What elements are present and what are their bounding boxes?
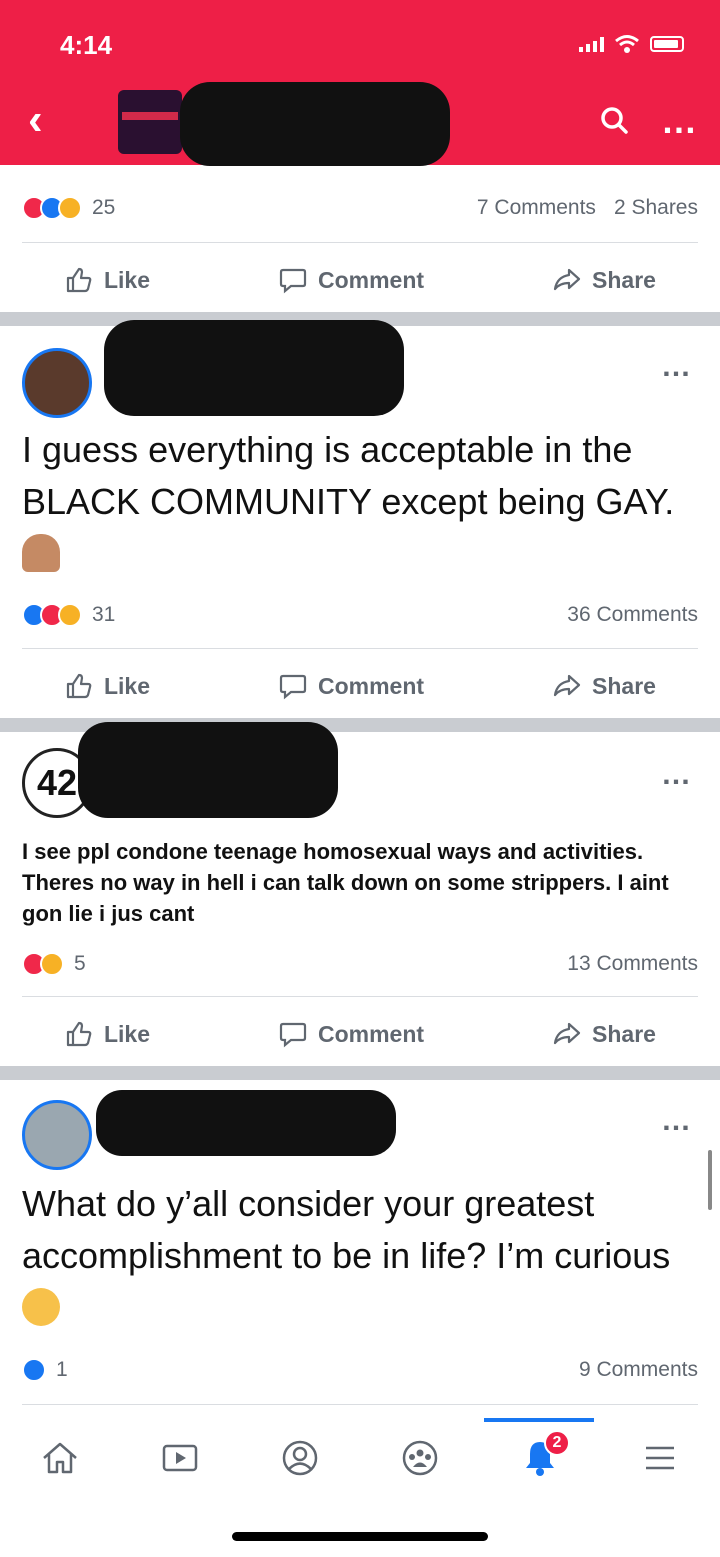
- comment-icon: [279, 268, 307, 294]
- raised-eyebrow-emoji-icon: [22, 1288, 60, 1326]
- share-count[interactable]: 2 Shares: [614, 196, 698, 220]
- reaction-count: 1: [56, 1358, 68, 1381]
- facepalm-emoji-icon: [22, 534, 60, 572]
- redaction-mark: [96, 1090, 396, 1156]
- post-text: I see ppl condone teenage homosexual way…: [22, 839, 669, 926]
- notification-badge: 2: [544, 1430, 570, 1456]
- post-more-icon[interactable]: …: [661, 1104, 692, 1138]
- video-icon: [162, 1444, 198, 1472]
- like-button[interactable]: Like: [64, 265, 150, 295]
- share-button[interactable]: Share: [552, 265, 656, 295]
- thumbs-up-icon: [66, 1021, 92, 1047]
- like-button[interactable]: Like: [64, 671, 150, 701]
- reaction-count: 5: [74, 952, 86, 975]
- reactions-summary[interactable]: 31: [22, 603, 115, 627]
- nav-notifications[interactable]: 2: [510, 1428, 570, 1488]
- nav-groups[interactable]: [390, 1428, 450, 1488]
- reactions-summary[interactable]: 1: [22, 1358, 68, 1382]
- share-label: Share: [592, 672, 656, 699]
- wifi-icon: [615, 35, 639, 53]
- comment-button[interactable]: Comment: [278, 1019, 424, 1049]
- post-stats: 25 7 Comments 2 Shares: [22, 196, 698, 220]
- comment-count[interactable]: 7 Comments: [477, 196, 596, 220]
- thumbs-up-icon: [66, 267, 92, 293]
- scrollbar[interactable]: [708, 1150, 712, 1210]
- share-button[interactable]: Share: [552, 671, 656, 701]
- comment-count[interactable]: 36 Comments: [567, 603, 698, 627]
- share-arrow-icon: [553, 1022, 581, 1045]
- share-label: Share: [592, 1020, 656, 1047]
- menu-icon: [646, 1446, 674, 1470]
- profile-icon: [282, 1440, 318, 1476]
- post-stats: 31 36 Comments: [22, 603, 698, 627]
- post-text: What do y’all consider your greatest acc…: [22, 1178, 680, 1334]
- post-actions: Like Comment Share: [0, 252, 720, 308]
- share-arrow-icon: [553, 674, 581, 697]
- haha-reaction-icon: [40, 952, 64, 976]
- redaction-mark: [104, 320, 404, 416]
- comment-icon: [279, 674, 307, 700]
- post-more-icon[interactable]: …: [661, 350, 692, 384]
- comment-count[interactable]: 13 Comments: [567, 952, 698, 976]
- share-label: Share: [592, 266, 656, 293]
- search-icon[interactable]: [600, 106, 628, 134]
- divider: [22, 1404, 698, 1405]
- comment-button[interactable]: Comment: [278, 671, 424, 701]
- author-avatar[interactable]: [22, 1100, 92, 1170]
- post-stats: 1 9 Comments: [22, 1358, 698, 1382]
- reaction-count: 31: [92, 603, 116, 626]
- battery-icon: [650, 36, 684, 52]
- divider: [22, 996, 698, 997]
- like-reaction-icon: [22, 1358, 46, 1382]
- comment-label: Comment: [318, 1020, 425, 1047]
- thumbs-up-icon: [66, 673, 92, 699]
- haha-reaction-icon: [58, 196, 82, 220]
- like-label: Like: [103, 266, 151, 293]
- post-text: I guess everything is acceptable in the …: [22, 424, 680, 580]
- reaction-count: 25: [92, 196, 116, 219]
- comment-label: Comment: [318, 266, 425, 293]
- reactions-summary[interactable]: 5: [22, 952, 86, 976]
- more-options-icon[interactable]: …: [661, 100, 698, 142]
- home-icon: [43, 1442, 77, 1474]
- status-time: 4:14: [60, 30, 113, 60]
- redaction-mark: [78, 722, 338, 818]
- nav-watch[interactable]: [150, 1428, 210, 1488]
- comment-button[interactable]: Comment: [278, 265, 424, 295]
- signal-icon: [579, 36, 604, 52]
- redaction-mark: [180, 82, 450, 166]
- sad-reaction-icon: [58, 603, 82, 627]
- app-header: 4:14 ‹ …: [0, 0, 720, 166]
- author-avatar[interactable]: [22, 348, 92, 418]
- divider: [22, 648, 698, 649]
- groups-icon: [402, 1440, 438, 1476]
- like-label: Like: [103, 1020, 151, 1047]
- comment-icon: [279, 1022, 307, 1048]
- comment-label: Comment: [318, 672, 425, 699]
- comment-count[interactable]: 9 Comments: [579, 1358, 698, 1382]
- nav-profile[interactable]: [270, 1428, 330, 1488]
- nav-home[interactable]: [30, 1428, 90, 1488]
- like-button[interactable]: Like: [64, 1019, 150, 1049]
- post-more-icon[interactable]: …: [661, 758, 692, 792]
- share-arrow-icon: [553, 268, 581, 291]
- post-stats: 5 13 Comments: [22, 952, 698, 976]
- nav-menu[interactable]: [630, 1428, 690, 1488]
- post-actions: Like Comment Share: [0, 658, 720, 714]
- status-icons: [579, 34, 684, 54]
- like-label: Like: [103, 672, 151, 699]
- home-indicator[interactable]: [232, 1532, 488, 1541]
- share-button[interactable]: Share: [552, 1019, 656, 1049]
- page-avatar[interactable]: [118, 90, 182, 154]
- bottom-nav: 2: [0, 1418, 720, 1498]
- reactions-summary[interactable]: 25: [22, 196, 115, 220]
- post-separator: [0, 1066, 720, 1080]
- divider: [22, 242, 698, 243]
- back-button[interactable]: ‹: [28, 98, 43, 142]
- post-actions: Like Comment Share: [0, 1006, 720, 1062]
